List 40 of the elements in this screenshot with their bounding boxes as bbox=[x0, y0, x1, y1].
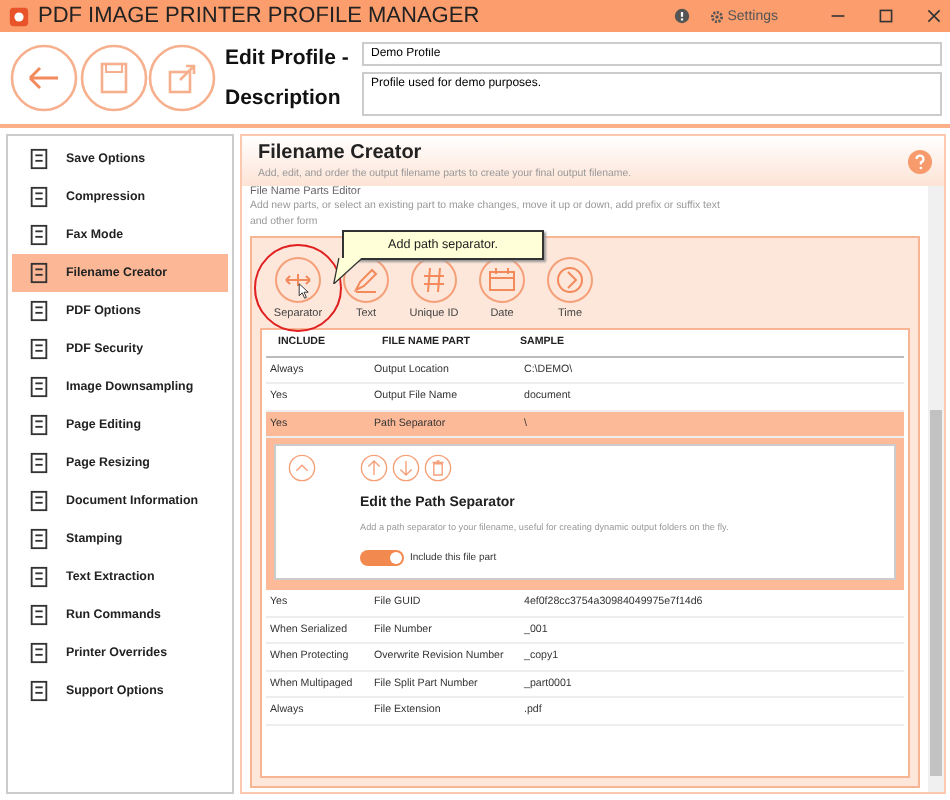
collapse-button[interactable] bbox=[288, 454, 316, 482]
back-button[interactable] bbox=[10, 44, 78, 112]
scrollbar[interactable] bbox=[928, 186, 944, 792]
page-icon bbox=[28, 300, 50, 322]
description-label: Description bbox=[225, 86, 343, 110]
page-icon bbox=[28, 490, 50, 512]
pencil-icon bbox=[342, 256, 390, 304]
tooltip-tail bbox=[332, 258, 364, 284]
page-icon bbox=[28, 680, 50, 702]
profile-label: Edit Profile - bbox=[225, 46, 349, 70]
close-icon[interactable] bbox=[926, 8, 942, 24]
move-down-button[interactable] bbox=[392, 454, 420, 482]
calendar-icon bbox=[478, 256, 526, 304]
cursor-icon bbox=[298, 282, 310, 300]
chevron-icon bbox=[546, 256, 594, 304]
maximize-icon[interactable] bbox=[878, 8, 894, 24]
export-button[interactable] bbox=[148, 44, 216, 112]
move-up-button[interactable] bbox=[360, 454, 388, 482]
window-title: PDF IMAGE PRINTER PROFILE MANAGER bbox=[38, 4, 480, 28]
page-icon bbox=[28, 186, 50, 208]
app-logo-icon bbox=[8, 5, 30, 27]
page-icon bbox=[28, 148, 50, 170]
page-icon bbox=[28, 566, 50, 588]
panel-title: Filename Creator bbox=[258, 142, 424, 164]
help-icon[interactable] bbox=[673, 8, 690, 24]
hash-icon bbox=[410, 256, 458, 304]
gear-icon bbox=[709, 9, 724, 23]
arrows-icon bbox=[274, 256, 322, 304]
page-icon bbox=[28, 376, 50, 398]
page-icon bbox=[28, 414, 50, 436]
delete-button[interactable] bbox=[424, 454, 452, 482]
page-icon bbox=[28, 528, 50, 550]
page-icon bbox=[28, 642, 50, 664]
page-icon bbox=[28, 338, 50, 360]
page-icon bbox=[28, 224, 50, 246]
page-icon bbox=[28, 452, 50, 474]
page-icon bbox=[28, 604, 50, 626]
include-toggle[interactable] bbox=[360, 550, 404, 566]
page-icon bbox=[28, 262, 50, 284]
save-button[interactable] bbox=[79, 44, 147, 112]
